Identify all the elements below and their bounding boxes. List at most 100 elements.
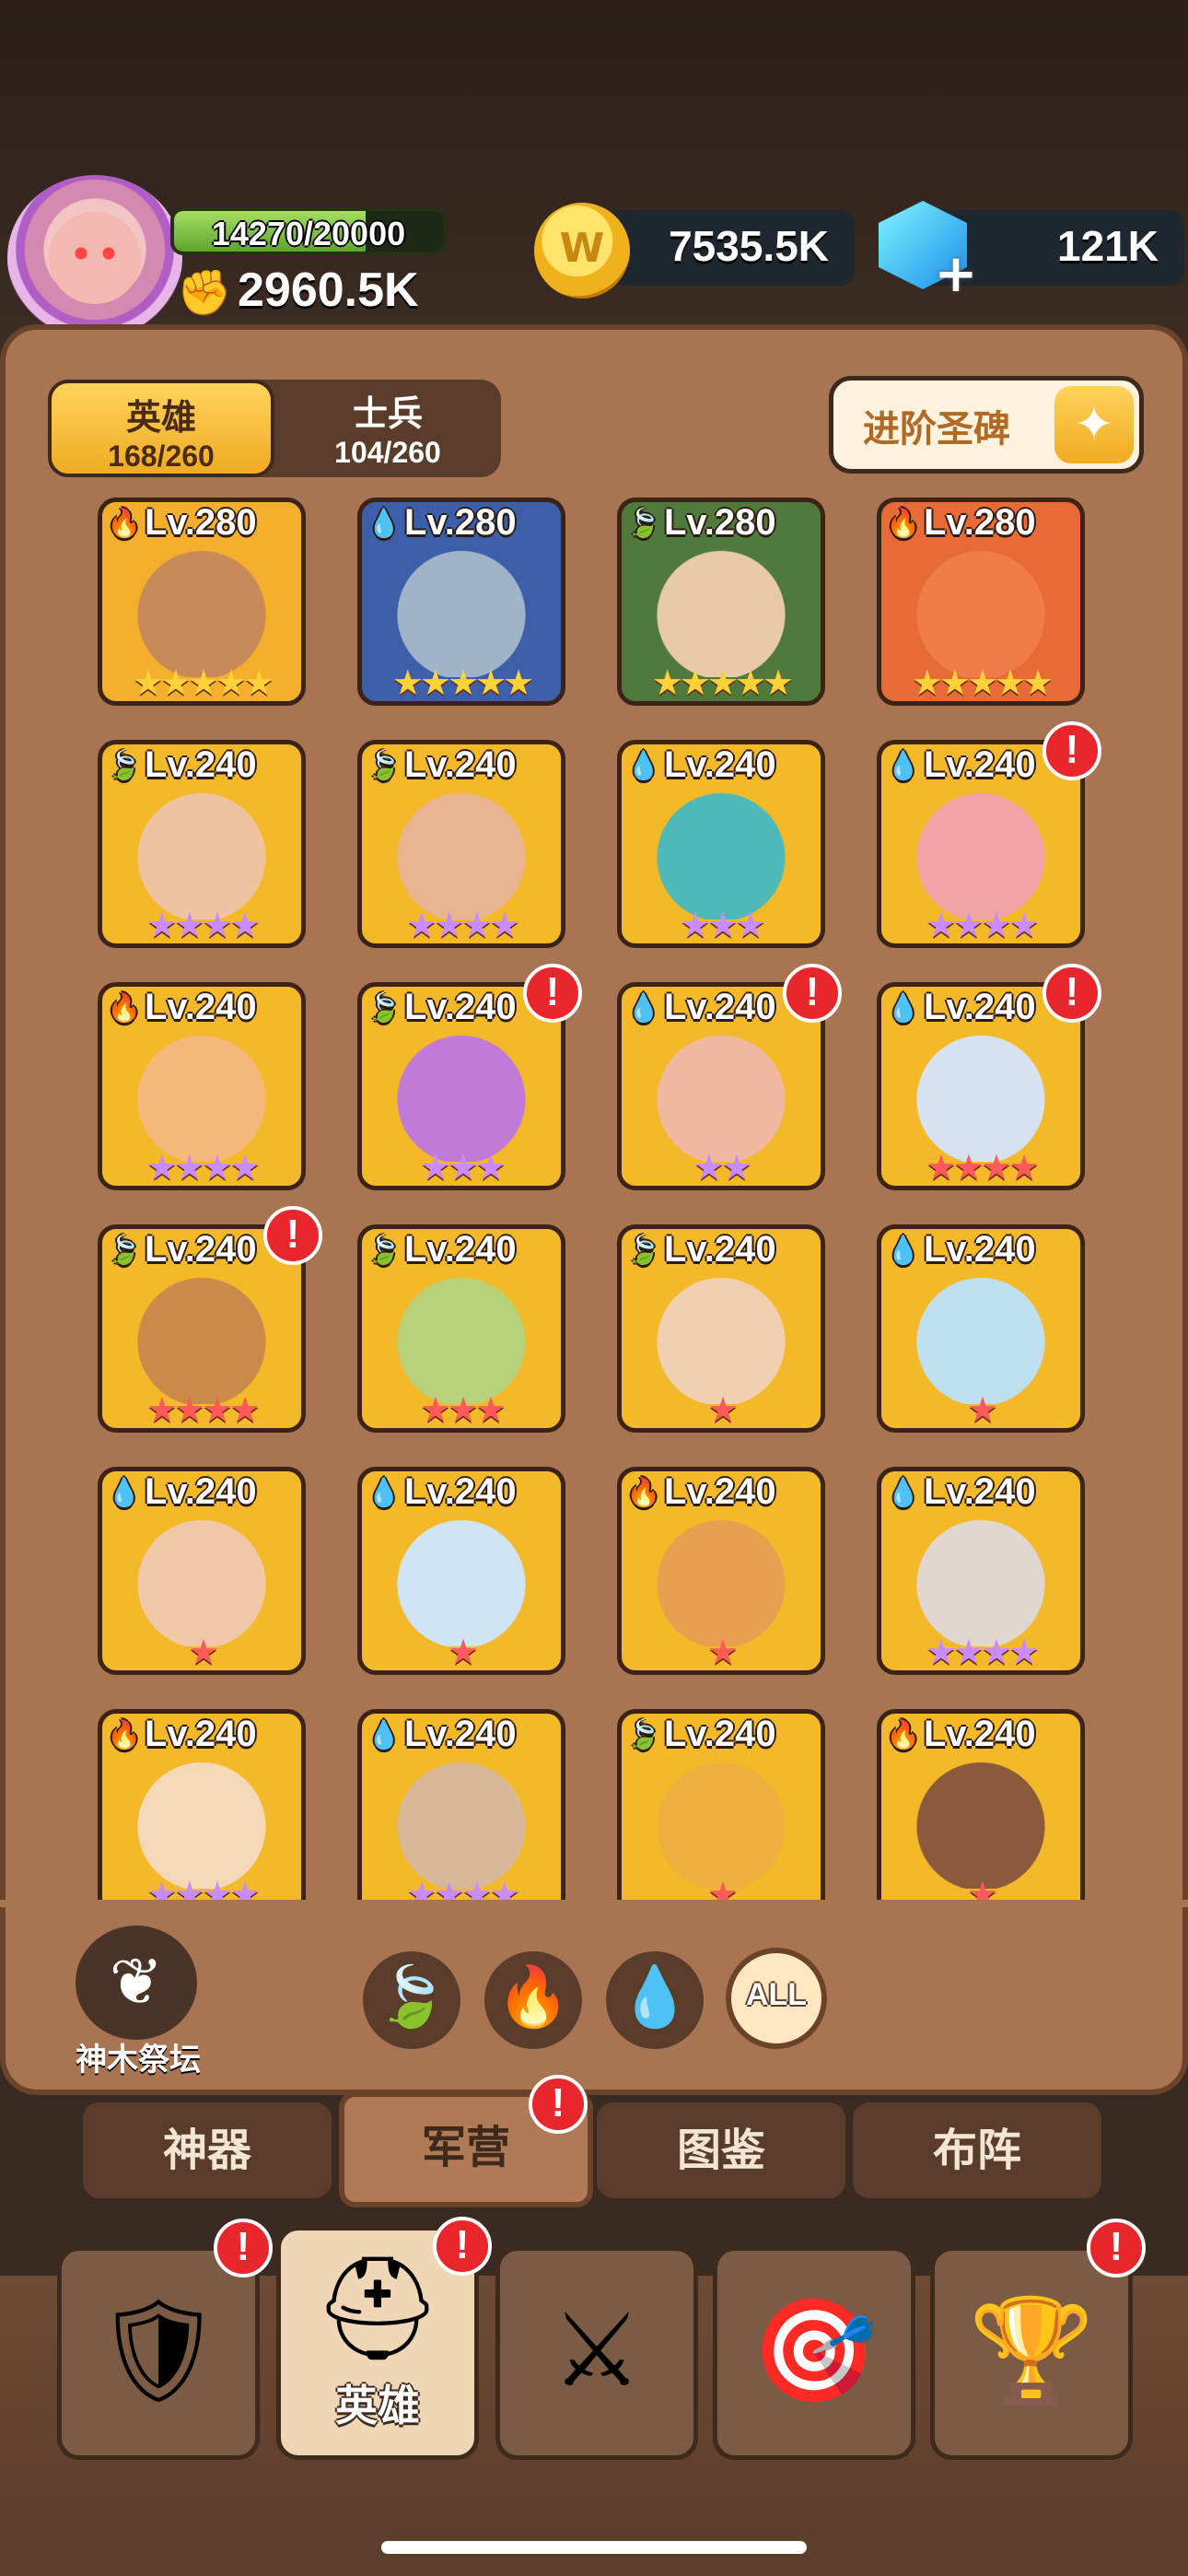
hero-card[interactable]: 🍃Lv.280 ★★★★★ xyxy=(617,498,825,706)
hero-card[interactable]: 🔥Lv.240 ★★★★ xyxy=(98,982,306,1190)
hero-card[interactable]: 💧Lv.240 ★★★★ xyxy=(357,1709,565,1907)
hero-stars: ★★★★ xyxy=(881,1149,1080,1186)
hero-card[interactable]: 🍃Lv.240 ★ xyxy=(617,1224,825,1433)
hero-alert-badge: ! xyxy=(523,964,582,1023)
hero-stars: ★ xyxy=(362,1633,561,1670)
hero-portrait xyxy=(647,539,795,677)
star-icon: ★ xyxy=(735,662,766,703)
hero-card[interactable]: 💧Lv.240 ★ xyxy=(357,1467,565,1675)
star-icon: ★ xyxy=(911,662,943,703)
tab-artifacts[interactable]: 神器 xyxy=(83,2102,332,2198)
star-icon: ★ xyxy=(1008,905,1040,945)
star-icon: ★ xyxy=(938,662,971,703)
star-icon: ★ xyxy=(475,662,507,703)
leaf-element-icon: 🍃 xyxy=(367,993,402,1025)
water-element-icon: 💧 xyxy=(886,751,921,782)
star-icon: ★ xyxy=(981,1632,1012,1672)
water-element-icon: 💧 xyxy=(886,993,921,1025)
star-icon: ★ xyxy=(229,1389,261,1430)
nav-target-button[interactable]: 🎯 xyxy=(713,2246,915,2460)
hero-card[interactable]: 🍃Lv.240 ★★★ xyxy=(357,1224,565,1433)
hero-stars: ★★★★ xyxy=(102,907,301,943)
tab-formation[interactable]: 布阵 xyxy=(853,2102,1101,2198)
star-icon: ★ xyxy=(215,662,247,703)
hero-stars: ★ xyxy=(622,1633,821,1670)
hero-level: 💧Lv.240 xyxy=(366,1714,557,1758)
barracks-alert-badge: ! xyxy=(529,2075,588,2134)
hero-portrait xyxy=(647,781,795,919)
star-icon: ★ xyxy=(405,905,437,945)
nav-crossed-swords-button[interactable]: ⚔ xyxy=(495,2246,698,2460)
hero-level-text: Lv.240 xyxy=(404,1471,517,1512)
filter-fire-button[interactable]: 🔥 xyxy=(484,1951,582,2049)
water-element-icon: 💧 xyxy=(626,993,661,1025)
fire-element-icon: 🔥 xyxy=(626,1478,661,1509)
hero-level-text: Lv.240 xyxy=(145,744,257,785)
hero-card[interactable]: 🔥Lv.280 ★★★★★ xyxy=(877,498,1085,706)
hero-card[interactable]: 💧Lv.240 ★★★★ xyxy=(877,1467,1085,1675)
hero-card[interactable]: 🔥Lv.240 ★★★★ xyxy=(98,1709,306,1907)
hero-level: 💧Lv.240 xyxy=(885,1229,1077,1273)
hero-portrait xyxy=(647,1266,795,1404)
leaf-element-icon: 🍃 xyxy=(626,509,661,540)
filter-all-label: ALL xyxy=(745,1977,808,2012)
star-icon: ★ xyxy=(981,905,1012,945)
hero-card[interactable]: 🍃Lv.240 ★ xyxy=(617,1709,825,1907)
hero-stars: ★★★★ xyxy=(881,1633,1080,1670)
star-icon: ★ xyxy=(475,1389,507,1430)
hero-stars: ★★ xyxy=(622,1149,821,1186)
hero-portrait xyxy=(647,1508,795,1646)
tab-codex[interactable]: 图鉴 xyxy=(597,2102,845,2198)
hero-portrait xyxy=(647,1751,795,1889)
hero-card[interactable]: 🔥Lv.280 ★★★★★ xyxy=(98,498,306,706)
nav-trophy-button[interactable]: 🏆 xyxy=(930,2246,1133,2460)
home-indicator[interactable] xyxy=(381,2541,807,2554)
star-icon: ★ xyxy=(966,662,998,703)
tree-altar-icon: ❦ xyxy=(109,1944,164,2020)
hero-grid: 🔥Lv.280 ★★★★★ 💧Lv.280 ★★★★★ 🍃Lv.280 ★★★★★ 🔥Lv.… xyxy=(0,0,1188,1907)
star-icon: ★ xyxy=(187,662,219,703)
hero-stars: ★★★★★ xyxy=(102,664,301,701)
leaf-icon: 🍃 xyxy=(375,1963,448,2032)
hero-card[interactable]: 🍃Lv.240 ★★★★ xyxy=(98,740,306,948)
crossed-swords-icon: ⚔ xyxy=(551,2291,643,2409)
hero-level-text: Lv.240 xyxy=(145,1714,257,1754)
hero-card[interactable]: 🔥Lv.240 ★ xyxy=(877,1709,1085,1907)
filter-water-button[interactable]: 💧 xyxy=(606,1951,704,2049)
hero-alert-badge: ! xyxy=(1042,721,1101,780)
star-icon: ★ xyxy=(202,905,233,945)
hero-portrait xyxy=(128,1266,275,1404)
hero-alert-badge: ! xyxy=(1042,964,1101,1023)
star-icon: ★ xyxy=(419,1389,451,1430)
target-icon: 🎯 xyxy=(751,2291,878,2409)
leaf-element-icon: 🍃 xyxy=(626,1720,661,1751)
hero-card[interactable]: 🍃Lv.240 ★★★★ xyxy=(357,740,565,948)
filter-all-button[interactable]: ALL xyxy=(726,1948,827,2049)
hero-card[interactable]: 💧Lv.240 ★ xyxy=(877,1224,1085,1433)
water-element-icon: 💧 xyxy=(886,1235,921,1267)
nav-banner-sword-button[interactable]: 🛡 xyxy=(57,2246,260,2460)
filter-leaf-button[interactable]: 🍃 xyxy=(363,1951,460,2049)
hero-portrait xyxy=(647,1024,795,1162)
nav-alert-badge: ! xyxy=(1087,2219,1146,2277)
star-icon: ★ xyxy=(391,662,424,703)
water-element-icon: 💧 xyxy=(107,1478,142,1509)
hero-card[interactable]: 🔥Lv.240 ★ xyxy=(617,1467,825,1675)
hero-card[interactable]: 💧Lv.240 ★ xyxy=(98,1467,306,1675)
hero-level-text: Lv.240 xyxy=(924,744,1036,785)
star-icon: ★ xyxy=(433,905,465,945)
hero-level: 🍃Lv.240 xyxy=(625,1714,817,1758)
water-element-icon: 💧 xyxy=(367,1720,402,1751)
hero-level-text: Lv.240 xyxy=(404,987,517,1027)
star-icon: ★ xyxy=(503,662,534,703)
hero-card[interactable]: 💧Lv.240 ★★★ xyxy=(617,740,825,948)
hero-card[interactable]: 💧Lv.280 ★★★★★ xyxy=(357,498,565,706)
fire-element-icon: 🔥 xyxy=(886,509,921,540)
water-element-icon: 💧 xyxy=(626,751,661,782)
hero-alert-badge: ! xyxy=(263,1206,322,1265)
hero-portrait xyxy=(128,1024,275,1162)
hero-portrait xyxy=(907,1024,1054,1162)
fire-element-icon: 🔥 xyxy=(107,1720,142,1751)
hero-level: 🍃Lv.240 xyxy=(366,744,557,789)
sacred-tree-altar-button[interactable]: ❦ xyxy=(76,1926,197,2040)
